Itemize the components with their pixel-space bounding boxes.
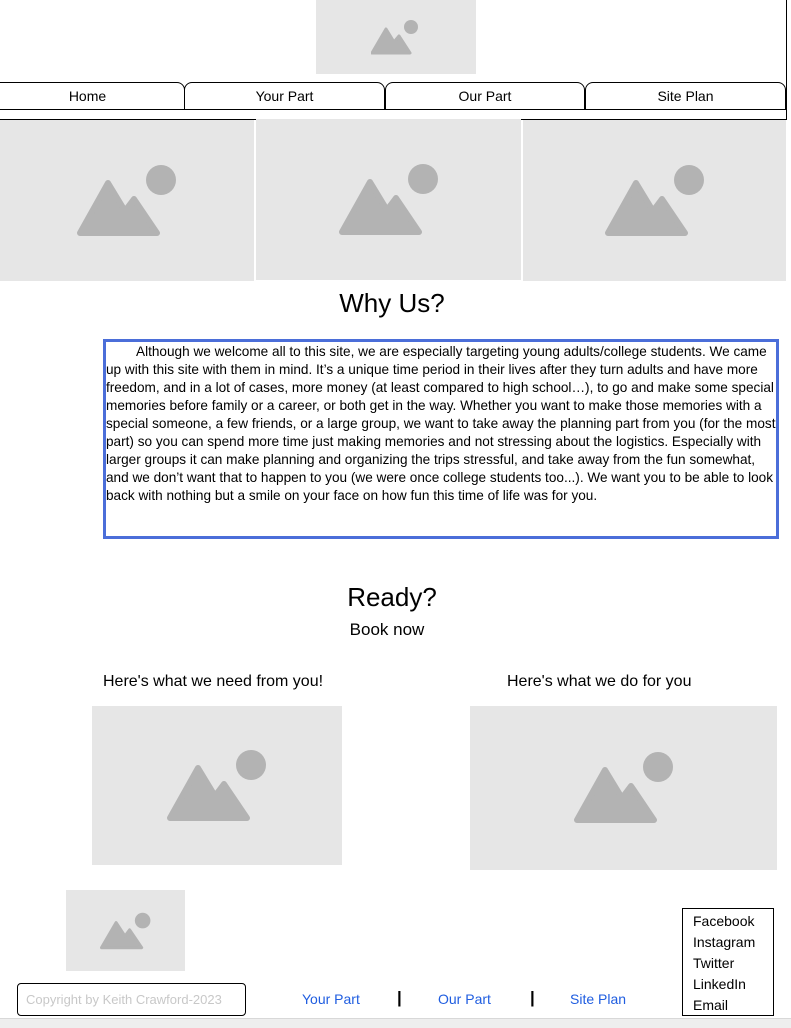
book-now-link[interactable]: Book now <box>0 620 774 640</box>
footer-link-our-part[interactable]: Our Part <box>438 991 491 1007</box>
nav-tab-your-part[interactable]: Your Part <box>184 82 385 110</box>
social-link-facebook[interactable]: Facebook <box>693 911 773 932</box>
image-placeholder-icon <box>338 163 438 235</box>
hero-image-3 <box>523 120 786 281</box>
social-link-email[interactable]: Email <box>693 995 773 1016</box>
footer-logo-image <box>66 890 185 971</box>
header-right-border <box>786 0 787 120</box>
nav-tab-label: Home <box>68 88 107 104</box>
hero-image-2 <box>256 119 521 280</box>
why-us-heading: Why Us? <box>339 288 445 318</box>
footer-link-your-part[interactable]: Your Part <box>302 991 360 1007</box>
nav-tab-site-plan[interactable]: Site Plan <box>585 82 786 110</box>
nav-tab-label: Our Part <box>458 88 512 104</box>
footer-link-site-plan[interactable]: Site Plan <box>570 991 626 1007</box>
nav-tab-label: Site Plan <box>657 88 714 104</box>
social-link-linkedin[interactable]: LinkedIn <box>693 974 773 995</box>
ready-heading: Ready? <box>347 582 437 612</box>
image-placeholder-icon <box>99 912 150 949</box>
social-link-twitter[interactable]: Twitter <box>693 953 773 974</box>
need-from-you-image <box>92 706 342 865</box>
need-from-you-title: Here's what we need from you! <box>103 673 324 690</box>
image-placeholder-icon <box>77 164 176 236</box>
image-placeholder-icon <box>604 164 704 236</box>
image-placeholder-icon <box>371 20 418 55</box>
nav-tab-label: Your Part <box>255 88 314 104</box>
copyright-box: Copyright by Keith Crawford-2023 <box>17 983 246 1016</box>
image-placeholder-icon <box>573 752 673 823</box>
social-links-box: Facebook Instagram Twitter LinkedIn Emai… <box>682 908 774 1016</box>
nav-tab-home[interactable]: Home <box>0 82 185 110</box>
social-link-instagram[interactable]: Instagram <box>693 932 773 953</box>
footer-separator: | <box>530 988 535 1007</box>
hero-image-1 <box>0 120 254 281</box>
copyright-text: Copyright by Keith Crawford-2023 <box>26 992 222 1007</box>
why-us-paragraph: Although we welcome all to this site, we… <box>103 339 779 539</box>
we-do-for-you-image <box>470 706 777 870</box>
we-do-for-you-title: Here's what we do for you <box>507 673 692 690</box>
footer-separator: | <box>397 988 402 1007</box>
nav-tab-our-part[interactable]: Our Part <box>385 82 585 110</box>
image-placeholder-icon <box>167 749 266 821</box>
logo-image <box>316 0 476 74</box>
